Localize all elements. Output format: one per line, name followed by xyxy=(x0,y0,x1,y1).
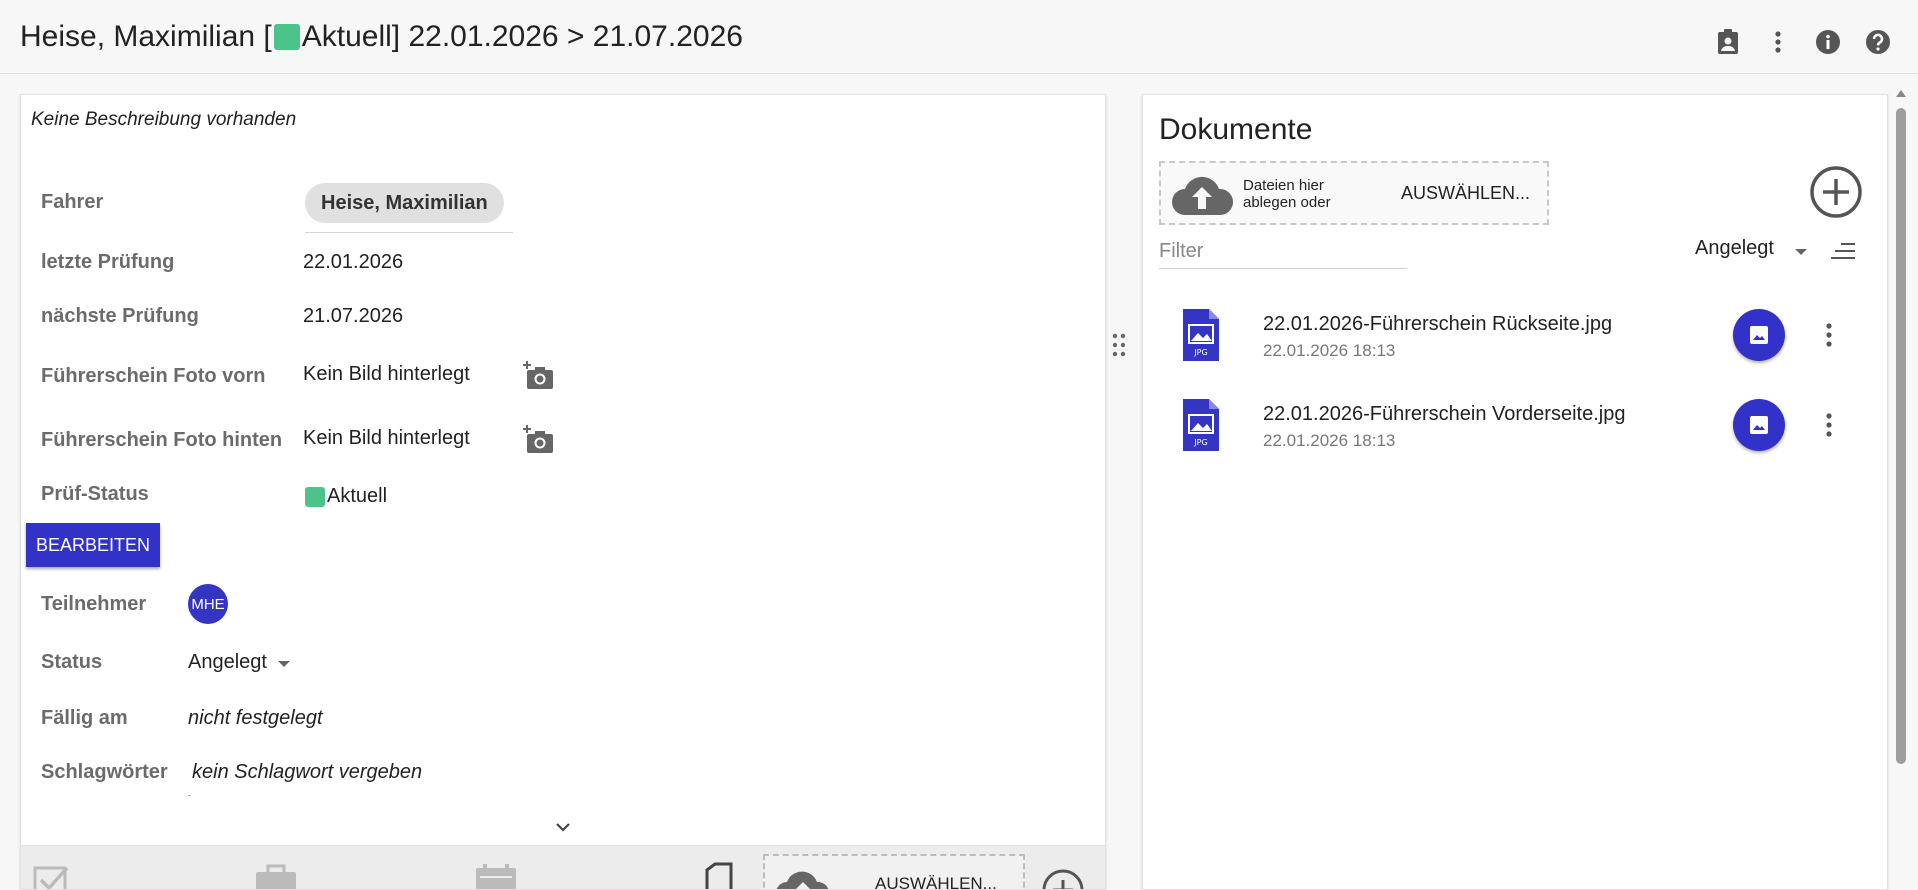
checkbox-icon[interactable] xyxy=(31,862,73,889)
status-dropdown[interactable]: Angelegt xyxy=(188,651,267,674)
details-card: Keine Beschreibung vorhanden Fahrer Heis… xyxy=(20,94,1106,890)
add-document-icon[interactable] xyxy=(1809,165,1863,219)
more-vert-icon[interactable] xyxy=(1764,28,1792,56)
sort-order-icon[interactable] xyxy=(1829,239,1857,263)
arrow-drop-down-icon[interactable] xyxy=(1795,249,1807,255)
filter-input[interactable] xyxy=(1159,235,1407,269)
document-date: 22.01.2026 18:13 xyxy=(1263,341,1396,360)
due-value[interactable]: nicht festgelegt xyxy=(188,707,323,730)
documents-card: Dokumente Dateien hier ablegen oder AUSW… xyxy=(1142,94,1888,890)
choose-files-button[interactable]: AUSWÄHLEN... xyxy=(1401,183,1530,204)
more-vert-icon[interactable] xyxy=(1817,321,1841,349)
page-header: Heise, Maximilian [ Aktuell ] 22.01.2026… xyxy=(0,0,1918,74)
cloud-upload-icon xyxy=(1172,176,1233,215)
next-check-value: 21.07.2026 xyxy=(303,305,404,327)
file-dropzone[interactable]: Dateien hier ablegen oder AUSWÄHLEN... xyxy=(1159,161,1549,225)
documents-title: Dokumente xyxy=(1159,113,1313,146)
document-name[interactable]: 22.01.2026-Führerschein Rückseite.jpg xyxy=(1263,313,1612,336)
image-preview-button[interactable] xyxy=(1733,399,1785,451)
tags-label: Schlagwörter xyxy=(41,761,168,783)
page-scrollbar[interactable] xyxy=(1892,86,1910,890)
edit-button[interactable]: BEARBEITEN xyxy=(26,523,161,567)
image-icon xyxy=(1750,416,1768,434)
tags-underline xyxy=(188,795,191,796)
driver-chip[interactable]: Heise, Maximilian xyxy=(305,183,504,223)
briefcase-icon[interactable] xyxy=(253,862,296,889)
jpg-file-icon: JPG xyxy=(1179,399,1223,451)
scrollbar-thumb[interactable] xyxy=(1896,108,1906,764)
bottom-toolbar: AUSWÄHLEN... xyxy=(21,845,1105,890)
calendar-icon[interactable] xyxy=(473,862,516,889)
photo-front-value: Kein Bild hinterlegt xyxy=(303,363,470,385)
sort-dropdown[interactable]: Angelegt xyxy=(1695,237,1774,260)
panel-splitter-handle[interactable] xyxy=(1112,333,1126,357)
bottom-upload-label: AUSWÄHLEN... xyxy=(875,874,997,890)
arrow-drop-down-icon[interactable] xyxy=(278,661,290,667)
photo-back-value: Kein Bild hinterlegt xyxy=(303,427,470,449)
title-status: Aktuell xyxy=(301,20,392,53)
more-vert-icon[interactable] xyxy=(1817,411,1841,439)
check-status-label: Prüf-Status xyxy=(41,483,149,505)
scroll-up-icon[interactable] xyxy=(1896,90,1906,97)
title-prefix: Heise, Maximilian [ xyxy=(20,20,272,53)
title-suffix: ] 22.01.2026 > 21.07.2026 xyxy=(391,20,743,53)
document-date: 22.01.2026 18:13 xyxy=(1263,431,1396,450)
svg-text:JPG: JPG xyxy=(1193,438,1207,447)
driver-label: Fahrer xyxy=(41,191,104,213)
check-status-value: Aktuell xyxy=(305,485,387,508)
jpg-file-icon: JPG xyxy=(1179,309,1223,361)
avatar[interactable]: MHE xyxy=(188,584,228,624)
last-check-label: letzte Prüfung xyxy=(41,251,175,273)
last-check-value: 22.01.2026 xyxy=(303,251,404,273)
dropzone-hint: Dateien hier ablegen oder xyxy=(1243,177,1331,211)
photo-back-label: Führerschein Foto hinten xyxy=(41,429,283,451)
page-title: Heise, Maximilian [ Aktuell ] 22.01.2026… xyxy=(20,20,743,54)
tags-value[interactable]: kein Schlagwort vergeben xyxy=(192,761,422,784)
description-text: Keine Beschreibung vorhanden xyxy=(31,109,297,130)
status-color-icon xyxy=(305,486,325,507)
document-name[interactable]: 22.01.2026-Führerschein Vorderseite.jpg xyxy=(1263,403,1625,426)
driver-underline xyxy=(305,232,513,233)
due-label: Fällig am xyxy=(41,707,128,729)
chevron-down-icon[interactable] xyxy=(551,815,575,839)
add-circle-icon[interactable] xyxy=(1041,868,1084,889)
status-label: Status xyxy=(41,651,103,673)
check-status-text: Aktuell xyxy=(327,485,388,507)
add-photo-icon[interactable] xyxy=(523,425,555,455)
image-preview-button[interactable] xyxy=(1733,309,1785,361)
status-color-icon xyxy=(273,24,300,50)
next-check-label: nächste Prüfung xyxy=(41,305,199,327)
bottom-upload-dropzone[interactable]: AUSWÄHLEN... xyxy=(763,854,1025,890)
photo-front-label: Führerschein Foto vorn xyxy=(41,365,266,387)
svg-text:JPG: JPG xyxy=(1193,348,1207,357)
add-photo-icon[interactable] xyxy=(523,361,555,391)
assignment-ind-icon[interactable] xyxy=(1714,28,1742,56)
info-icon[interactable] xyxy=(1814,28,1842,56)
document-icon[interactable] xyxy=(697,862,739,889)
list-item[interactable]: JPG 22.01.2026-Führerschein Rückseite.jp… xyxy=(1159,303,1869,383)
image-icon xyxy=(1750,326,1768,344)
help-icon[interactable] xyxy=(1864,28,1892,56)
list-item[interactable]: JPG 22.01.2026-Führerschein Vorderseite.… xyxy=(1159,393,1869,473)
participants-label: Teilnehmer xyxy=(41,593,147,615)
